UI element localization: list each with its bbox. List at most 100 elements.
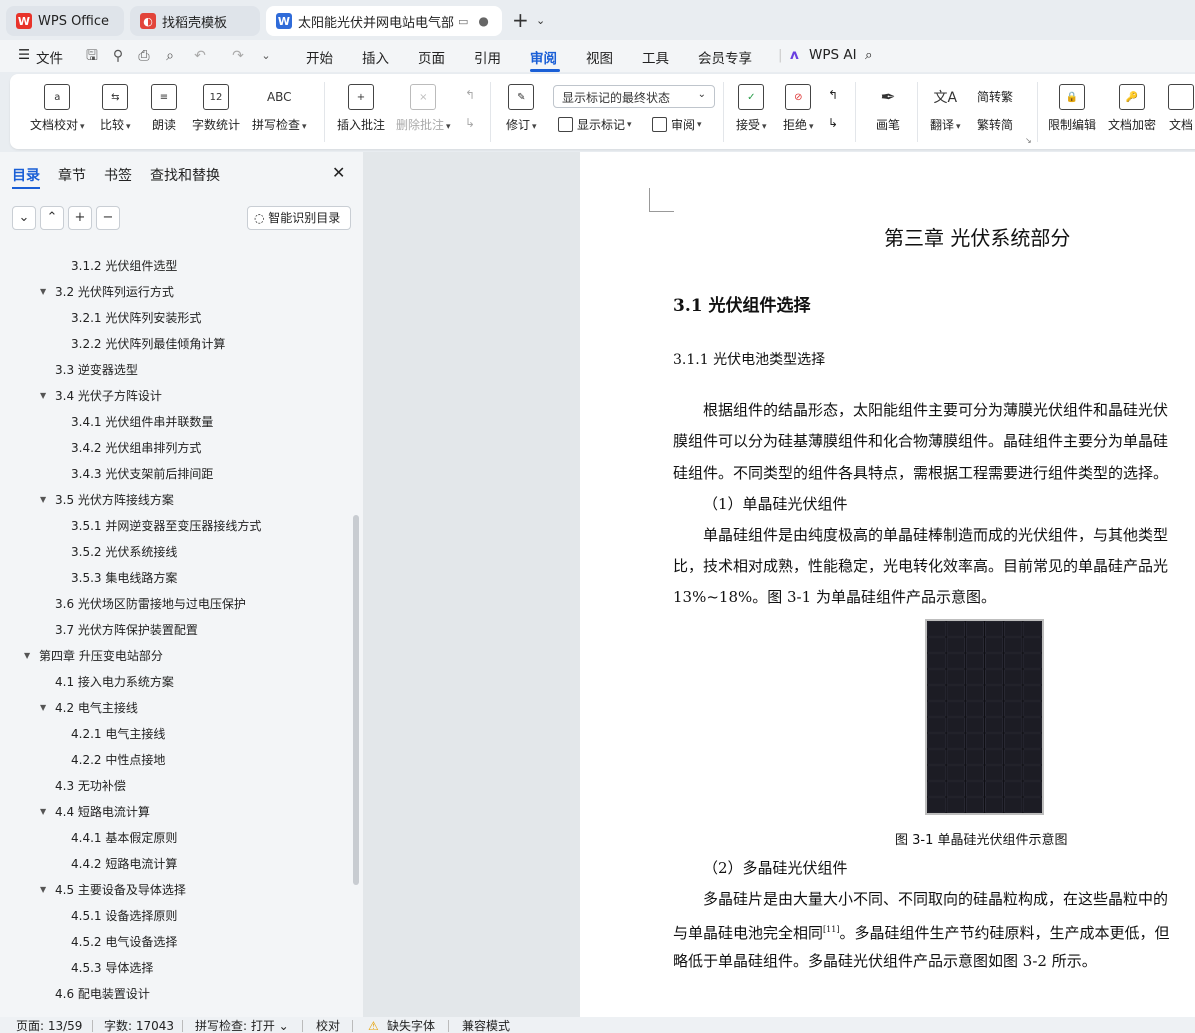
toc-item[interactable]: ▼ 4.4 短路电流计算 — [40, 802, 150, 822]
unsaved-dot-icon[interactable]: ● — [478, 14, 488, 28]
new-tab-plus-icon[interactable]: + — [512, 10, 529, 30]
share-icon[interactable]: ⚲ — [108, 46, 128, 66]
toc-item[interactable]: ▼ 3.2 光伏阵列运行方式 — [40, 282, 174, 302]
tab-current-document[interactable]: W 太阳能光伏并网电站电气部分设 ▭ ● — [266, 6, 502, 36]
menu-view[interactable]: 视图 — [586, 47, 613, 67]
expand-triangle-icon[interactable]: ▼ — [40, 282, 46, 302]
restrict-editing-button[interactable]: 🔒 限制编辑 — [1048, 84, 1096, 133]
smart-toc-button[interactable]: ◌ 智能识别目录 — [247, 206, 351, 230]
review-pane-button[interactable]: 审阅 ▾ — [652, 116, 702, 133]
proof-status[interactable]: 校对 — [316, 1019, 340, 1033]
menu-tools[interactable]: 工具 — [642, 47, 669, 67]
accept-button[interactable]: ✓ 接受 ▾ — [736, 84, 767, 133]
traditional-to-simplified-button[interactable]: 繁转简 — [977, 116, 1013, 133]
tab-wps-office[interactable]: W WPS Office — [6, 6, 124, 36]
toc-item[interactable]: 3.7 光伏方阵保护装置配置 — [55, 620, 198, 640]
word-count-button[interactable]: 12 字数统计 — [192, 84, 240, 133]
next-change-icon[interactable]: ↳ — [828, 116, 838, 130]
undo-icon[interactable]: ↶ — [190, 46, 210, 66]
menu-insert[interactable]: 插入 — [362, 47, 389, 67]
pen-button[interactable]: ✒ 画笔 — [875, 84, 901, 133]
toc-item[interactable]: 3.5.3 集电线路方案 — [71, 568, 177, 588]
insert-comment-button[interactable]: + 插入批注 — [337, 84, 385, 133]
menu-start[interactable]: 开始 — [306, 47, 333, 67]
tab-chapters[interactable]: 章节 — [58, 165, 86, 185]
toc-item[interactable]: 3.2.2 光伏阵列最佳倾角计算 — [71, 334, 225, 354]
encrypt-button[interactable]: 🔑 文档加密 — [1108, 84, 1156, 133]
expand-triangle-icon[interactable]: ▼ — [24, 646, 30, 666]
menu-file[interactable]: 文件 — [36, 47, 63, 67]
close-icon[interactable]: ✕ — [332, 163, 345, 182]
tab-find-replace[interactable]: 查找和替换 — [150, 165, 220, 185]
toc-item[interactable]: 4.1 接入电力系统方案 — [55, 672, 174, 692]
missing-font-status[interactable]: 缺失字体 — [387, 1019, 435, 1033]
toc-item[interactable]: ▼ 4.5 主要设备及导体选择 — [40, 880, 186, 900]
expand-triangle-icon[interactable]: ▼ — [40, 880, 46, 900]
hamburger-menu-icon[interactable]: ☰ — [18, 47, 30, 63]
menu-wps-ai[interactable]: WPS AI — [809, 47, 857, 63]
toc-item[interactable]: ▼ 第四章 升压变电站部分 — [24, 646, 163, 666]
expand-triangle-icon[interactable]: ▼ — [40, 802, 46, 822]
search-icon[interactable]: ⌕ — [865, 47, 873, 63]
toc-item[interactable]: 3.5.2 光伏系统接线 — [71, 542, 177, 562]
remove-heading-icon[interactable]: − — [96, 206, 120, 230]
scrollbar[interactable] — [353, 515, 359, 885]
toc-item[interactable]: 3.4.2 光伏组串排列方式 — [71, 438, 201, 458]
menu-references[interactable]: 引用 — [474, 47, 501, 67]
solar-panel-image[interactable] — [925, 619, 1044, 815]
spell-check-button[interactable]: ABC 拼写检查 ▾ — [252, 84, 307, 133]
toc-item[interactable]: 4.3 无功补偿 — [55, 776, 126, 796]
toc-item[interactable]: 3.6 光伏场区防雷接地与过电压保护 — [55, 594, 246, 614]
toc-item[interactable]: 4.4.1 基本假定原则 — [71, 828, 177, 848]
tab-toc[interactable]: 目录 — [12, 165, 40, 185]
translate-button[interactable]: 文A 翻译 ▾ — [930, 84, 961, 133]
expand-triangle-icon[interactable]: ▼ — [40, 490, 46, 510]
save-icon[interactable]: 🖫 — [82, 46, 102, 66]
print-icon[interactable]: ⎙ — [134, 46, 154, 66]
toc-item[interactable]: ▼ 4.2 电气主接线 — [40, 698, 138, 718]
collapse-up-icon[interactable]: ⌃ — [40, 206, 64, 230]
toc-item[interactable]: 3.3 逆变器选型 — [55, 360, 138, 380]
menu-page[interactable]: 页面 — [418, 47, 445, 67]
menu-member[interactable]: 会员专享 — [698, 47, 752, 67]
toc-item[interactable]: 4.2.2 中性点接地 — [71, 750, 165, 770]
toc-item[interactable]: 3.4.3 光伏支架前后排间距 — [71, 464, 213, 484]
add-heading-icon[interactable]: + — [68, 206, 92, 230]
more-chevron-icon[interactable]: ⌄ — [256, 46, 276, 66]
markup-mode-select[interactable]: 显示标记的最终状态 ⌄ — [553, 85, 715, 108]
show-markup-button[interactable]: 显示标记 ▾ — [558, 116, 632, 133]
expand-triangle-icon[interactable]: ▼ — [40, 698, 46, 718]
delete-comment-button[interactable]: × 删除批注 ▾ — [396, 84, 451, 133]
read-aloud-button[interactable]: ≡ 朗读 — [151, 84, 177, 133]
toc-item[interactable]: 4.6 配电装置设计 — [55, 984, 150, 1004]
toc-item[interactable]: ▼ 3.5 光伏方阵接线方案 — [40, 490, 174, 510]
prev-change-icon[interactable]: ↰ — [828, 88, 838, 102]
simplified-to-traditional-button[interactable]: 简转繁 — [977, 88, 1013, 105]
compare-button[interactable]: ⇆ 比较 ▾ — [100, 84, 131, 133]
toc-item[interactable]: 4.5.3 导体选择 — [71, 958, 153, 978]
menu-review[interactable]: 审阅 — [530, 47, 557, 67]
chevron-down-icon[interactable]: ⌄ — [536, 14, 545, 27]
spell-check-status[interactable]: 拼写检查: 打开 ⌄ — [195, 1019, 289, 1033]
toc-item[interactable]: 3.4.1 光伏组件串并联数量 — [71, 412, 213, 432]
toc-item[interactable]: 3.5.1 并网逆变器至变压器接线方式 — [71, 516, 261, 536]
citation[interactable]: [11] — [823, 925, 839, 934]
toc-item[interactable]: 4.5.1 设备选择原则 — [71, 906, 177, 926]
dialog-launcher-icon[interactable]: ↘ — [1025, 136, 1032, 145]
doc-proof-button[interactable]: a 文档校对 ▾ — [30, 84, 85, 133]
toc-item[interactable]: 4.2.1 电气主接线 — [71, 724, 165, 744]
expand-triangle-icon[interactable]: ▼ — [40, 386, 46, 406]
doc-more-button[interactable]: 文档 — [1168, 84, 1194, 133]
prev-comment-icon[interactable]: ↰ — [465, 88, 475, 102]
toc-item[interactable]: 3.2.1 光伏阵列安装形式 — [71, 308, 201, 328]
page-indicator[interactable]: 页面: 13/59 — [16, 1019, 82, 1033]
track-changes-button[interactable]: ✎ 修订 ▾ — [506, 84, 537, 133]
toc-item[interactable]: 4.5.2 电气设备选择 — [71, 932, 177, 952]
redo-icon[interactable]: ↷ — [228, 46, 248, 66]
next-comment-icon[interactable]: ↳ — [465, 116, 475, 130]
collapse-down-icon[interactable]: ⌄ — [12, 206, 36, 230]
toc-item[interactable]: ▼ 3.4 光伏子方阵设计 — [40, 386, 162, 406]
toc-item[interactable]: 4.4.2 短路电流计算 — [71, 854, 177, 874]
reject-button[interactable]: ⊘ 拒绝 ▾ — [783, 84, 814, 133]
print-preview-icon[interactable]: ⌕ — [160, 46, 180, 66]
